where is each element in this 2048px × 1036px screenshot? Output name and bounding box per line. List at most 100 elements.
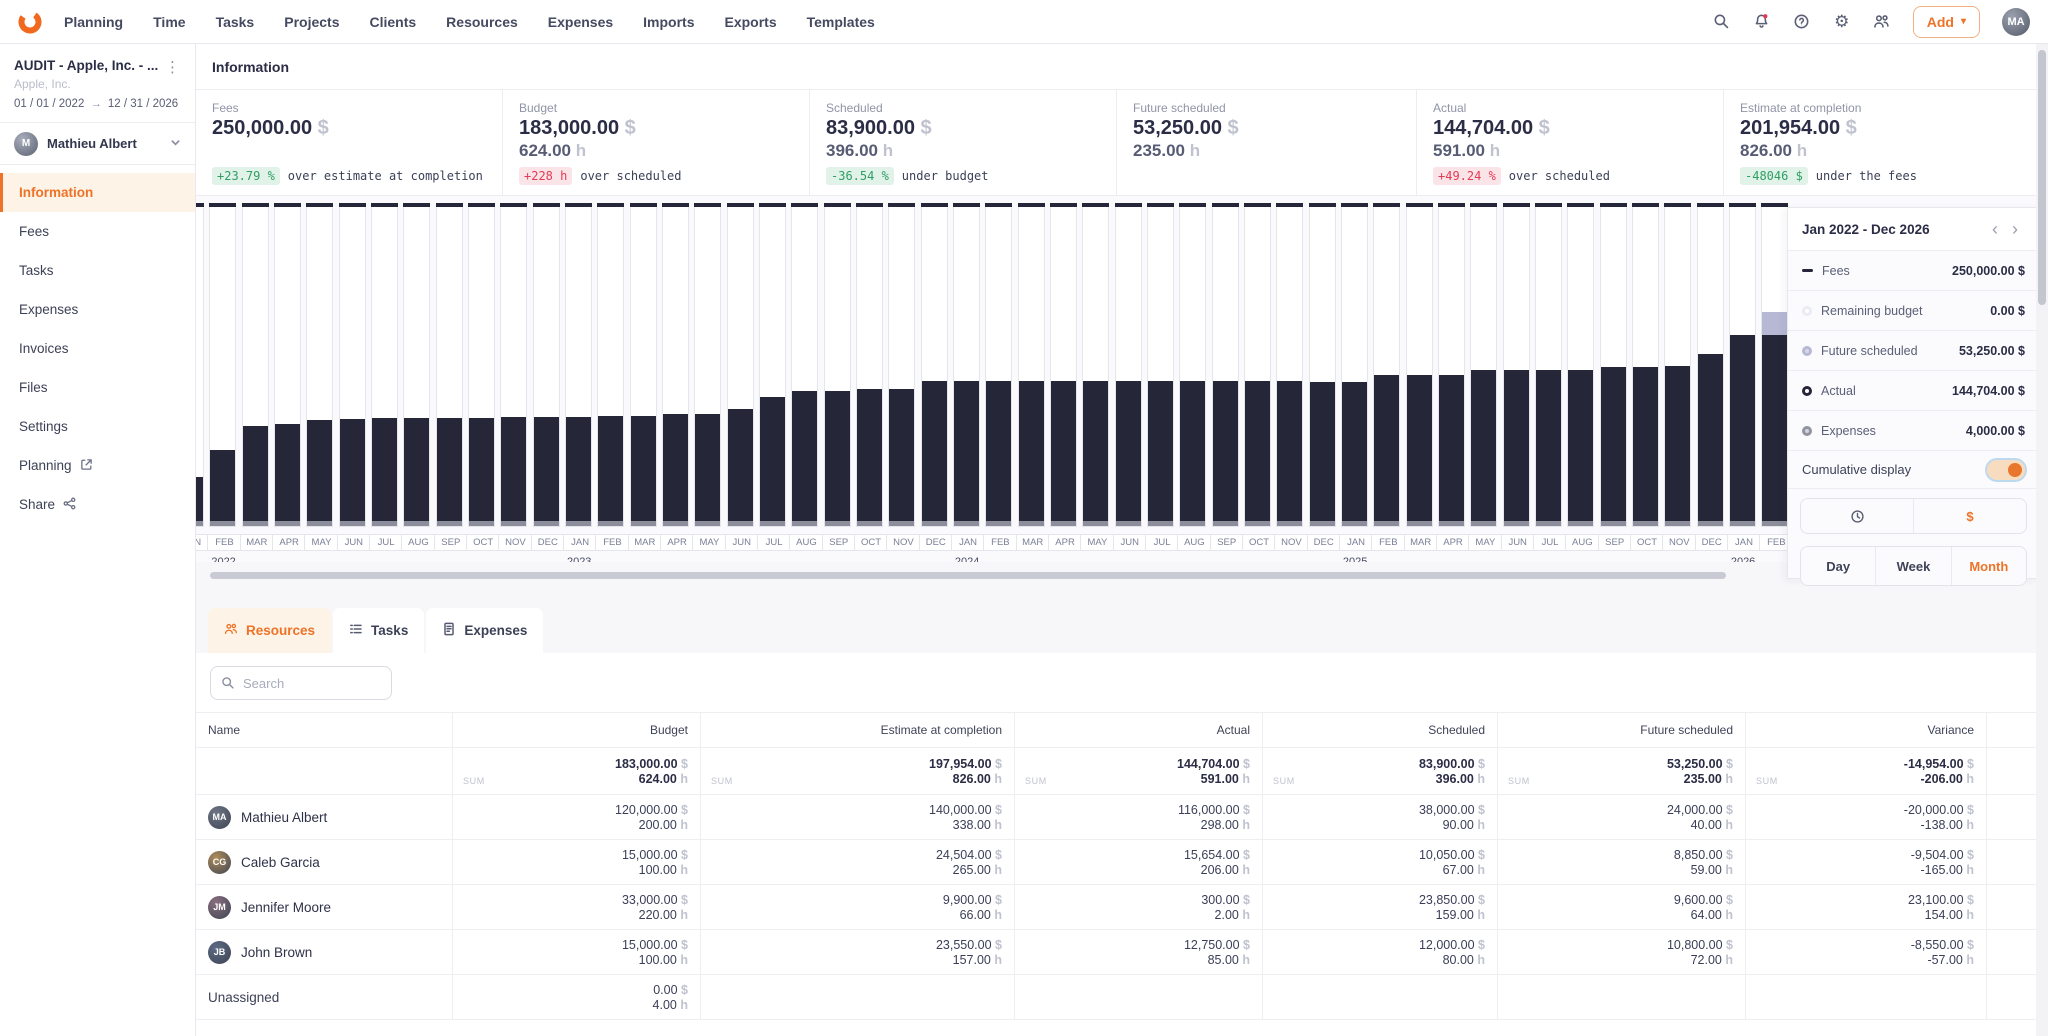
chart-column-oct-2025[interactable] (1631, 203, 1659, 527)
column-header-name[interactable]: Name (196, 713, 453, 747)
search-input[interactable] (243, 675, 373, 691)
chart-column-jun-2023[interactable] (726, 203, 754, 527)
chevron-left-icon[interactable]: ‹ (1985, 220, 2005, 238)
chart-column-feb-2023[interactable] (597, 203, 625, 527)
project-menu-kebab-icon[interactable]: ⋮ (160, 56, 185, 78)
chart-column-jan-2022[interactable] (196, 203, 204, 527)
topnav-item-imports[interactable]: Imports (643, 14, 694, 30)
topnav-item-projects[interactable]: Projects (284, 14, 339, 30)
unit-option-clock[interactable] (1801, 499, 1914, 533)
notifications-bell-icon[interactable] (1753, 13, 1771, 31)
cumulative-display-toggle[interactable] (1987, 459, 2025, 480)
chart-column-dec-2024[interactable] (1308, 203, 1336, 527)
user-avatar[interactable]: MA (2002, 7, 2030, 36)
sidebar-item-invoices[interactable]: Invoices (0, 329, 195, 368)
topnav-item-resources[interactable]: Resources (446, 14, 518, 30)
chart-column-aug-2022[interactable] (403, 203, 431, 527)
table-row-john-brown[interactable]: JB John Brown 15,000.00 $100.00 h 23,550.00… (196, 930, 2048, 975)
tab-tasks[interactable]: Tasks (333, 608, 425, 653)
legend-row-future-scheduled[interactable]: Future scheduled 53,250.00 $ (1788, 331, 2039, 371)
chart-column-may-2023[interactable] (694, 203, 722, 527)
table-row-jennifer-moore[interactable]: JM Jennifer Moore 33,000.00 $220.00 h 9,900… (196, 885, 2048, 930)
table-row-caleb-garcia[interactable]: CG Caleb Garcia 15,000.00 $100.00 h 24,504.… (196, 840, 2048, 885)
topnav-item-exports[interactable]: Exports (724, 14, 776, 30)
sidebar-item-files[interactable]: Files (0, 368, 195, 407)
table-row-unassigned[interactable]: Unassigned 0.00 $4.00 h (196, 975, 2048, 1020)
user-selector[interactable]: M Mathieu Albert (0, 123, 195, 165)
chart-column-mar-2022[interactable] (241, 203, 269, 527)
chart-column-may-2022[interactable] (306, 203, 334, 527)
chart-column-apr-2025[interactable] (1437, 203, 1465, 527)
chart-column-sep-2024[interactable] (1211, 203, 1239, 527)
chart-column-jun-2022[interactable] (338, 203, 366, 527)
chart-column-mar-2023[interactable] (629, 203, 657, 527)
sidebar-item-share[interactable]: Share (0, 485, 195, 524)
table-row-mathieu-albert[interactable]: MA Mathieu Albert 120,000.00 $200.00 h 140,… (196, 795, 2048, 840)
search-icon[interactable] (1713, 13, 1731, 31)
legend-row-remaining-budget[interactable]: Remaining budget 0.00 $ (1788, 291, 2039, 331)
chart-column-sep-2023[interactable] (823, 203, 851, 527)
legend-row-expenses[interactable]: Expenses 4,000.00 $ (1788, 411, 2039, 451)
scrollbar-thumb[interactable] (210, 572, 1726, 579)
column-header-actual[interactable]: Actual (1015, 713, 1263, 747)
chart-column-apr-2024[interactable] (1049, 203, 1077, 527)
column-header-estimate-at-completion[interactable]: Estimate at completion (701, 713, 1015, 747)
chart-column-oct-2022[interactable] (467, 203, 495, 527)
settings-gear-icon[interactable]: ⚙ (1833, 13, 1851, 31)
chart-column-may-2024[interactable] (1082, 203, 1110, 527)
chart-column-nov-2024[interactable] (1276, 203, 1304, 527)
sidebar-item-information[interactable]: Information (0, 173, 195, 212)
topnav-item-tasks[interactable]: Tasks (216, 14, 255, 30)
chart-column-sep-2025[interactable] (1599, 203, 1627, 527)
add-button[interactable]: Add ▾ (1912, 5, 1980, 38)
legend-row-fees[interactable]: Fees 250,000.00 $ (1788, 251, 2039, 291)
chart-column-nov-2025[interactable] (1664, 203, 1692, 527)
app-logo-icon[interactable] (18, 10, 42, 34)
tab-expenses[interactable]: Expenses (426, 608, 544, 653)
period-option-month[interactable]: Month (1952, 547, 2026, 585)
chart-column-jun-2025[interactable] (1502, 203, 1530, 527)
chart-column-aug-2024[interactable] (1179, 203, 1207, 527)
chart-column-dec-2023[interactable] (920, 203, 948, 527)
sidebar-item-expenses[interactable]: Expenses (0, 290, 195, 329)
chart-column-apr-2023[interactable] (661, 203, 689, 527)
chart-column-jul-2025[interactable] (1534, 203, 1562, 527)
chevron-right-icon[interactable]: › (2005, 220, 2025, 238)
chart-column-feb-2025[interactable] (1373, 203, 1401, 527)
topnav-item-clients[interactable]: Clients (369, 14, 416, 30)
topnav-item-templates[interactable]: Templates (807, 14, 875, 30)
legend-row-actual[interactable]: Actual 144,704.00 $ (1788, 371, 2039, 411)
chart-column-jul-2022[interactable] (370, 203, 398, 527)
topnav-item-expenses[interactable]: Expenses (548, 14, 613, 30)
period-option-week[interactable]: Week (1876, 547, 1952, 585)
sidebar-item-tasks[interactable]: Tasks (0, 251, 195, 290)
chart-column-sep-2022[interactable] (435, 203, 463, 527)
chart-column-aug-2025[interactable] (1567, 203, 1595, 527)
users-icon[interactable] (1873, 13, 1891, 31)
help-icon[interactable] (1793, 13, 1811, 31)
chart-column-jun-2024[interactable] (1114, 203, 1142, 527)
sidebar-item-fees[interactable]: Fees (0, 212, 195, 251)
chart-column-dec-2022[interactable] (532, 203, 560, 527)
chart-column-oct-2023[interactable] (855, 203, 883, 527)
chart-column-jan-2023[interactable] (564, 203, 592, 527)
scrollbar-thumb[interactable] (2038, 50, 2046, 305)
tab-resources[interactable]: Resources (208, 608, 332, 653)
chart-column-oct-2024[interactable] (1243, 203, 1271, 527)
chart-column-feb-2024[interactable] (985, 203, 1013, 527)
chart-column-dec-2025[interactable] (1696, 203, 1724, 527)
column-header-future-scheduled[interactable]: Future scheduled (1498, 713, 1746, 747)
chart-column-aug-2023[interactable] (791, 203, 819, 527)
column-header-budget[interactable]: Budget (453, 713, 701, 747)
chart-column-apr-2022[interactable] (273, 203, 301, 527)
chart-column-jan-2024[interactable] (952, 203, 980, 527)
period-option-day[interactable]: Day (1801, 547, 1877, 585)
chart-column-jul-2023[interactable] (758, 203, 786, 527)
chart-column-mar-2024[interactable] (1017, 203, 1045, 527)
chart-column-may-2025[interactable] (1470, 203, 1498, 527)
topnav-item-time[interactable]: Time (153, 14, 185, 30)
chart-column-feb-2026[interactable] (1761, 203, 1789, 527)
chart-column-nov-2023[interactable] (888, 203, 916, 527)
chart-column-jul-2024[interactable] (1146, 203, 1174, 527)
column-header-variance[interactable]: Variance (1746, 713, 1987, 747)
